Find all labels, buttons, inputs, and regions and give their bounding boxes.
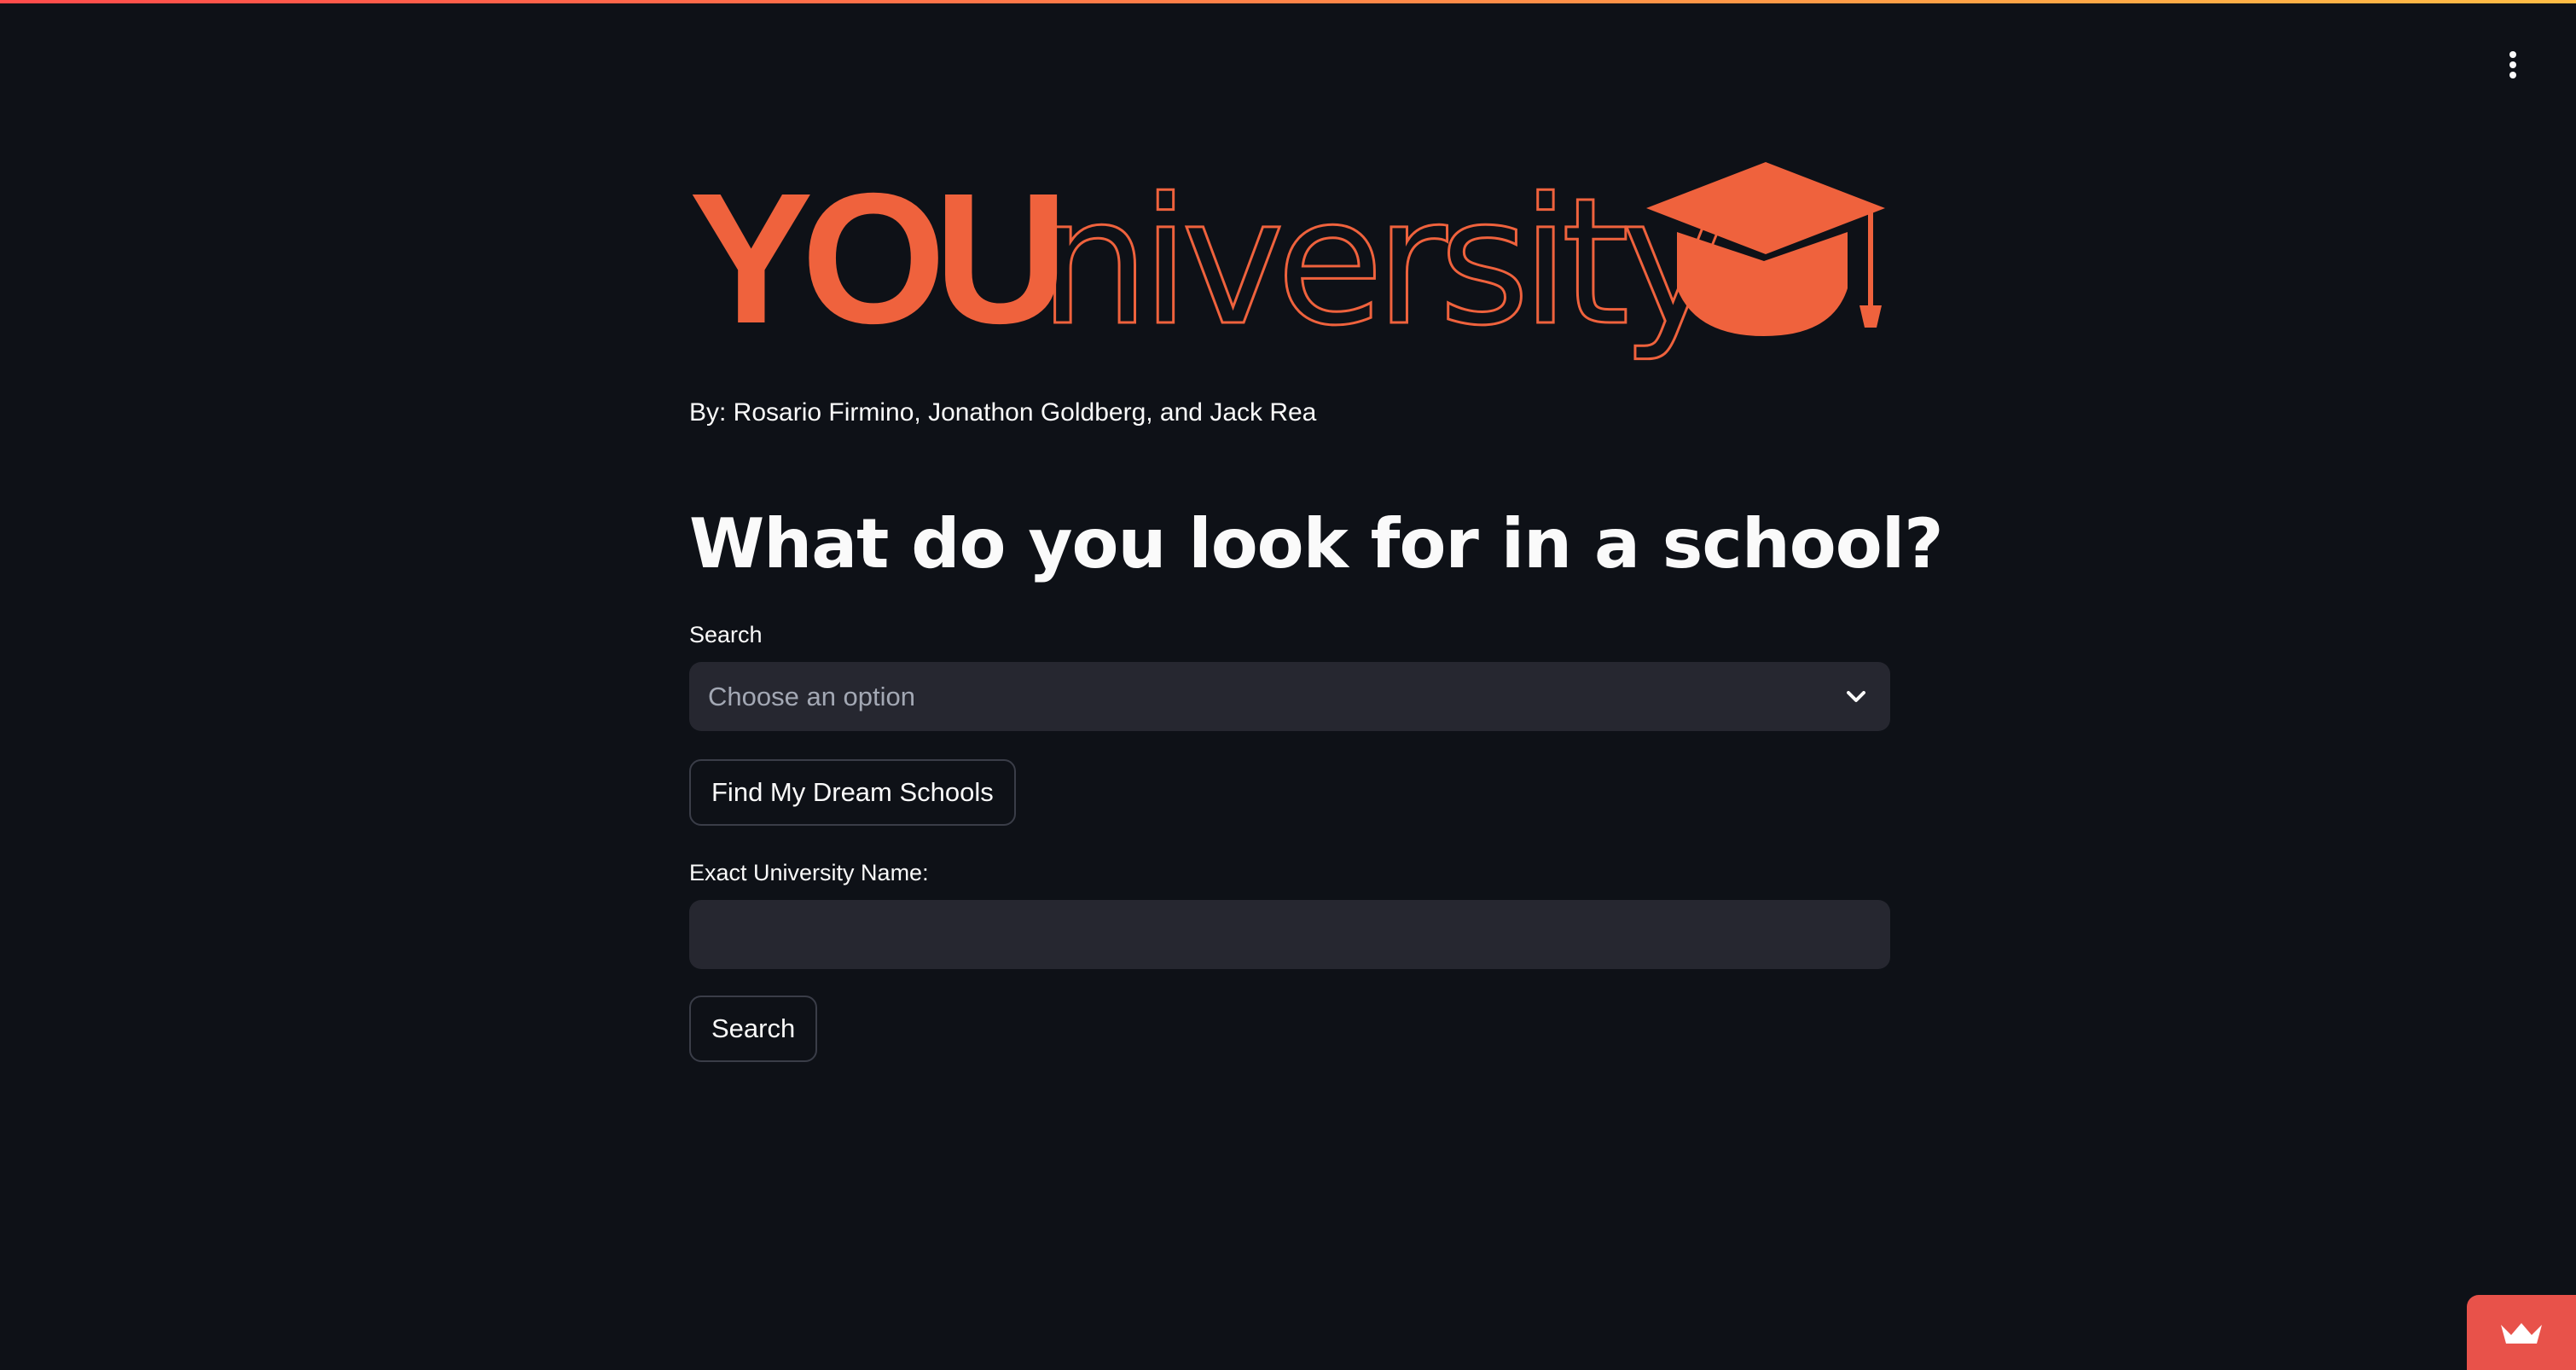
- chevron-down-icon: [1841, 682, 1871, 712]
- main-menu-button[interactable]: [2491, 43, 2535, 87]
- logo-text-light: niversity: [1039, 161, 1720, 362]
- crown-icon: [2501, 1323, 2542, 1344]
- search-label: Search: [689, 622, 763, 647]
- app-logo: YOU niversity: [689, 160, 1885, 362]
- page-title: What do you look for in a school?: [689, 504, 1944, 583]
- search-select-placeholder: Choose an option: [708, 681, 916, 711]
- logo-text-bold: YOU: [689, 160, 1058, 362]
- hosting-badge[interactable]: [2467, 1295, 2576, 1370]
- header-decoration-bar: [0, 0, 2576, 3]
- vertical-dots-icon: [2509, 51, 2516, 78]
- search-button[interactable]: Search: [689, 996, 818, 1062]
- search-select[interactable]: Choose an option: [689, 662, 1890, 731]
- university-name-input[interactable]: [689, 900, 1890, 969]
- university-name-label: Exact University Name:: [689, 860, 929, 885]
- find-dream-schools-button[interactable]: Find My Dream Schools: [689, 759, 1016, 826]
- authors-byline: By: Rosario Firmino, Jonathon Goldberg, …: [689, 398, 1317, 427]
